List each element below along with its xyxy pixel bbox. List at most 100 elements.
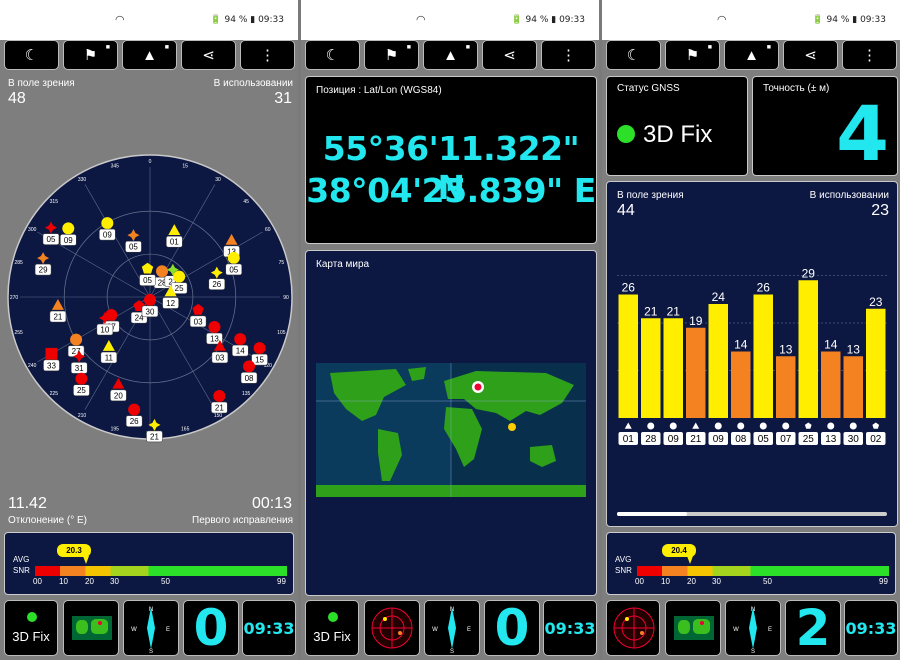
signal-bar[interactable]: [821, 351, 841, 419]
signal-bar[interactable]: [866, 308, 886, 418]
satellite-id: 30: [848, 434, 860, 445]
satellite-id: 14: [236, 347, 245, 356]
more-menu-button[interactable]: ⋮: [240, 40, 295, 70]
signal-bar[interactable]: [776, 356, 796, 418]
svg-text:S: S: [149, 649, 153, 655]
snr-scale-bar: [637, 566, 889, 576]
world-map-panel: Карта мира: [305, 250, 597, 596]
more-menu-button[interactable]: ⋮: [842, 40, 897, 70]
satellite-marker[interactable]: [243, 360, 256, 373]
satellite-marker[interactable]: [62, 222, 75, 235]
constellation-icon[interactable]: [647, 422, 655, 430]
share-icon: ⋖: [503, 47, 516, 64]
scroll-track[interactable]: [617, 512, 887, 516]
compass-tile[interactable]: N W E S: [123, 600, 179, 656]
constellation-icon[interactable]: [849, 422, 857, 430]
satellite-marker[interactable]: [70, 333, 83, 346]
constellation-icon[interactable]: [714, 422, 722, 430]
satellite-marker[interactable]: [75, 372, 88, 385]
clock-time: 09:33: [243, 619, 295, 638]
svg-text:W: W: [432, 627, 438, 633]
constellation-icon[interactable]: [737, 422, 745, 430]
constellation-icon[interactable]: [782, 422, 790, 430]
compass-degree-label: 345: [111, 164, 120, 170]
compass-tile[interactable]: N W E S: [725, 600, 781, 656]
more-menu-button[interactable]: ⋮: [541, 40, 596, 70]
signal-bar[interactable]: [618, 294, 639, 419]
in-view-count: 48: [8, 90, 26, 107]
constellation-icon[interactable]: [669, 422, 677, 430]
signal-bar[interactable]: [753, 294, 774, 419]
signal-bar[interactable]: [686, 327, 706, 418]
satellite-marker[interactable]: [144, 293, 156, 306]
sky-plot[interactable]: 0153045607590105120135150165180195210225…: [0, 140, 298, 470]
snr-label: SNR: [615, 566, 632, 575]
satellite-marker[interactable]: [253, 342, 266, 355]
satellite-marker[interactable]: [227, 251, 240, 264]
constellation-icon[interactable]: [759, 422, 767, 430]
satellite-marker[interactable]: [156, 265, 169, 278]
satellite-count: 2: [795, 600, 831, 656]
clock-tile[interactable]: 09:33: [543, 600, 597, 656]
compass-degree-label: 15: [182, 164, 188, 170]
satellite-marker[interactable]: [208, 321, 221, 334]
fix-status-tile[interactable]: 3D Fix: [4, 600, 58, 656]
satellite-id: 21: [215, 404, 224, 413]
sun-icon: [508, 423, 516, 431]
satellite-marker[interactable]: [128, 403, 141, 416]
share-button[interactable]: ⋖: [482, 40, 537, 70]
constellation-icon[interactable]: [692, 422, 700, 429]
night-mode-button[interactable]: ☾: [4, 40, 59, 70]
radar-tile[interactable]: [364, 600, 420, 656]
constellation-icon[interactable]: [827, 422, 835, 430]
constellation-icon[interactable]: [872, 422, 880, 429]
in-use-count: 31: [274, 90, 292, 107]
fix-indicator-icon: [617, 125, 635, 143]
satellite-id: 01: [623, 434, 635, 445]
status-info: 🔋 94 % ▮ 09:33: [812, 15, 886, 25]
worldmap-tile[interactable]: [63, 600, 119, 656]
compass-degree-label: 45: [243, 199, 249, 205]
satellite-marker[interactable]: [173, 270, 186, 283]
clock-tile[interactable]: 09:33: [242, 600, 296, 656]
signal-bar[interactable]: [843, 356, 864, 418]
night-mode-button[interactable]: ☾: [606, 40, 661, 70]
signal-bar[interactable]: [641, 318, 661, 418]
satellite-marker[interactable]: [45, 347, 58, 360]
signal-bar-chart[interactable]: 26 01 21 28 21 09 19 21 24 09 14 08 26 05 13 07 29 25 14 13…: [607, 222, 897, 522]
fix-status-tile[interactable]: 3D Fix: [305, 600, 359, 656]
satellite-marker[interactable]: [101, 217, 114, 230]
satellite-marker[interactable]: [213, 390, 226, 403]
constellation-icon[interactable]: [624, 422, 632, 429]
compass-tile[interactable]: N W E S: [424, 600, 480, 656]
bar-value-label: 21: [667, 304, 681, 318]
signal-bar[interactable]: [731, 351, 751, 419]
people-button[interactable]: ⚑ ■: [364, 40, 419, 70]
clock-tile[interactable]: 09:33: [844, 600, 898, 656]
worldmap-tile[interactable]: [665, 600, 721, 656]
signal-bar[interactable]: [663, 318, 684, 418]
satellite-id: 05: [758, 434, 770, 445]
signal-bar[interactable]: [708, 304, 729, 418]
satellite-count-tile[interactable]: 0: [183, 600, 239, 656]
scroll-thumb[interactable]: [617, 512, 687, 516]
night-mode-button[interactable]: ☾: [305, 40, 360, 70]
navigate-button[interactable]: ▲ ■: [423, 40, 478, 70]
wifi-icon: ◠: [115, 14, 125, 26]
accuracy-title: Точность (± м): [763, 83, 830, 94]
constellation-icon[interactable]: [804, 422, 812, 429]
share-button[interactable]: ⋖: [783, 40, 838, 70]
longitude-value: 38°04'25.839" E: [306, 171, 596, 210]
signal-bar[interactable]: [798, 280, 819, 418]
satellite-count-tile[interactable]: 2: [785, 600, 841, 656]
satellite-marker[interactable]: [234, 333, 247, 346]
world-map[interactable]: [316, 363, 586, 497]
people-button[interactable]: ⚑ ■: [63, 40, 118, 70]
navigate-button[interactable]: ▲ ■: [122, 40, 177, 70]
radar-tile[interactable]: [606, 600, 660, 656]
share-button[interactable]: ⋖: [181, 40, 236, 70]
satellite-count-tile[interactable]: 0: [484, 600, 540, 656]
satellite-id: 20: [114, 391, 123, 400]
navigate-button[interactable]: ▲ ■: [724, 40, 779, 70]
people-button[interactable]: ⚑ ■: [665, 40, 720, 70]
